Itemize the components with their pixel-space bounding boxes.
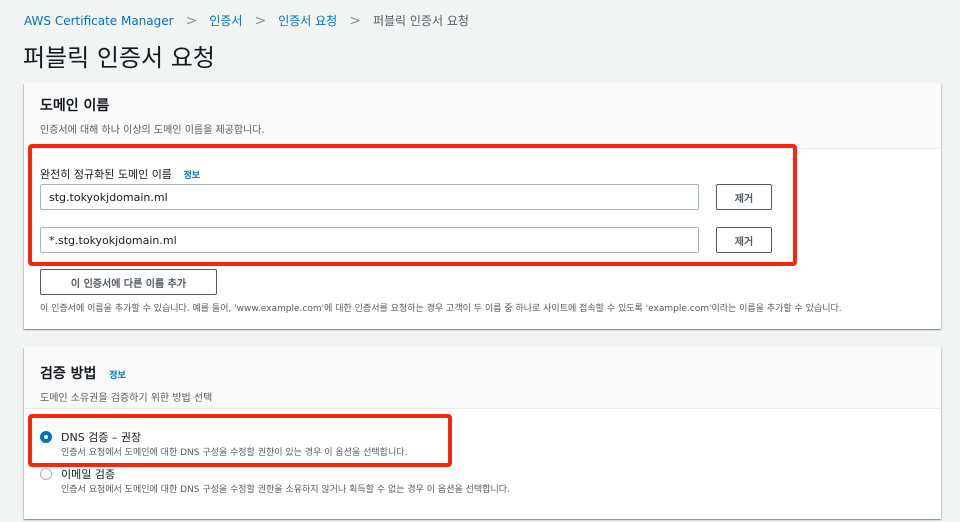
breadcrumb-current: 퍼블릭 인증서 요청 (372, 14, 469, 28)
add-name-hint: 이 인증서에 이름을 추가할 수 있습니다. 예를 들어, 'www.examp… (40, 304, 842, 314)
breadcrumb-separator-icon: > (254, 12, 267, 29)
email-validation-radio[interactable] (40, 468, 52, 480)
breadcrumb-link-acm[interactable]: AWS Certificate Manager (24, 14, 174, 28)
domain-names-title: 도메인 이름 (40, 98, 110, 114)
validation-method-title-row: 검증 방법 정보 (40, 363, 925, 383)
breadcrumb: AWS Certificate Manager > 인증서 > 인증서 요청 >… (24, 12, 469, 29)
dns-validation-highlight (28, 414, 452, 467)
add-another-name-button[interactable]: 이 인증서에 다른 이름 추가 (40, 269, 217, 295)
validation-method-title: 검증 방법 (40, 366, 97, 382)
breadcrumb-separator-icon: > (185, 12, 198, 29)
email-validation-label[interactable]: 이메일 검증 (61, 466, 115, 482)
breadcrumb-link-request[interactable]: 인증서 요청 (278, 12, 337, 29)
breadcrumb-link-certificates[interactable]: 인증서 (209, 12, 242, 29)
validation-info-link[interactable]: 정보 (109, 371, 126, 381)
breadcrumb-separator-icon: > (349, 12, 361, 29)
domain-names-header: 도메인 이름 인증서에 대해 하나 이상의 도메인 이름을 제공합니다. (24, 83, 941, 149)
validation-method-header: 검증 방법 정보 도메인 소유권을 검증하기 위한 방법 선택 (24, 347, 941, 409)
email-validation-description: 인증서 요청에서 도메인에 대한 DNS 구성을 수정할 권한을 소유하지 않거… (61, 485, 510, 495)
validation-method-description: 도메인 소유권을 검증하기 위한 방법 선택 (40, 393, 213, 404)
domain-names-description: 인증서에 대해 하나 이상의 도메인 이름을 제공합니다. (40, 125, 265, 136)
page-title: 퍼블릭 인증서 요청 (23, 44, 215, 72)
domain-inputs-highlight (28, 144, 797, 266)
